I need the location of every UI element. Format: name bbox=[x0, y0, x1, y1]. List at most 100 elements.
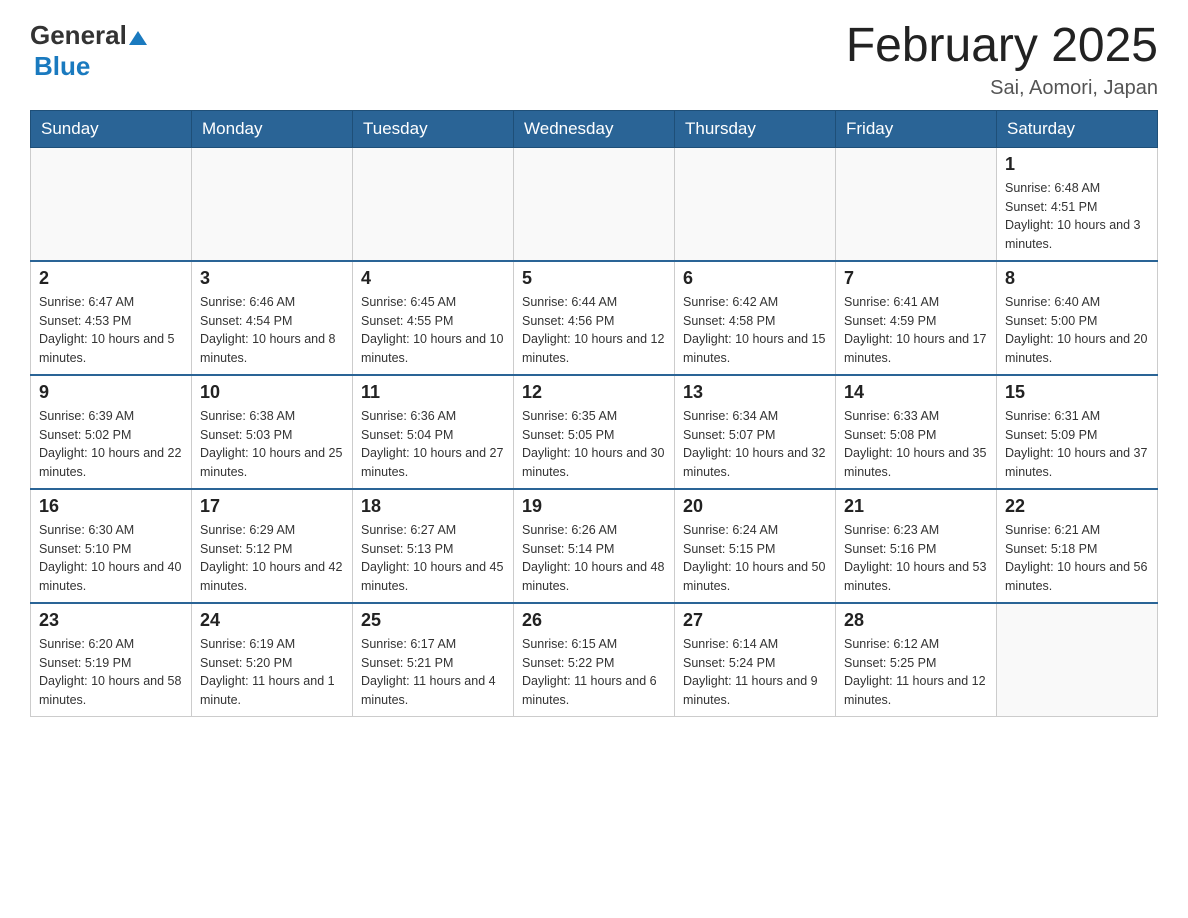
calendar-cell: 4 Sunrise: 6:45 AMSunset: 4:55 PMDaylight… bbox=[353, 261, 514, 375]
calendar-cell: 23 Sunrise: 6:20 AMSunset: 5:19 PMDayligh… bbox=[31, 603, 192, 717]
calendar-cell: 17 Sunrise: 6:29 AMSunset: 5:12 PMDayligh… bbox=[192, 489, 353, 603]
calendar-cell: 5 Sunrise: 6:44 AMSunset: 4:56 PMDaylight… bbox=[514, 261, 675, 375]
day-number: 17 bbox=[200, 496, 344, 517]
logo: General Blue bbox=[30, 20, 147, 82]
calendar-cell: 28 Sunrise: 6:12 AMSunset: 5:25 PMDayligh… bbox=[836, 603, 997, 717]
day-info: Sunrise: 6:44 AMSunset: 4:56 PMDaylight:… bbox=[522, 293, 666, 368]
day-number: 18 bbox=[361, 496, 505, 517]
day-number: 26 bbox=[522, 610, 666, 631]
day-number: 27 bbox=[683, 610, 827, 631]
calendar-week-5: 23 Sunrise: 6:20 AMSunset: 5:19 PMDayligh… bbox=[31, 603, 1158, 717]
calendar-week-4: 16 Sunrise: 6:30 AMSunset: 5:10 PMDayligh… bbox=[31, 489, 1158, 603]
weekday-thursday: Thursday bbox=[675, 110, 836, 147]
calendar-cell: 7 Sunrise: 6:41 AMSunset: 4:59 PMDaylight… bbox=[836, 261, 997, 375]
day-info: Sunrise: 6:45 AMSunset: 4:55 PMDaylight:… bbox=[361, 293, 505, 368]
calendar-cell: 25 Sunrise: 6:17 AMSunset: 5:21 PMDayligh… bbox=[353, 603, 514, 717]
weekday-sunday: Sunday bbox=[31, 110, 192, 147]
calendar-cell: 27 Sunrise: 6:14 AMSunset: 5:24 PMDayligh… bbox=[675, 603, 836, 717]
page-header: General Blue February 2025 Sai, Aomori, … bbox=[30, 20, 1158, 100]
calendar-cell: 2 Sunrise: 6:47 AMSunset: 4:53 PMDaylight… bbox=[31, 261, 192, 375]
day-number: 10 bbox=[200, 382, 344, 403]
day-info: Sunrise: 6:30 AMSunset: 5:10 PMDaylight:… bbox=[39, 521, 183, 596]
calendar-cell: 22Sunrise: 6:21 AMSunset: 5:18 PMDayligh… bbox=[997, 489, 1158, 603]
calendar-cell: 15Sunrise: 6:31 AMSunset: 5:09 PMDayligh… bbox=[997, 375, 1158, 489]
day-info: Sunrise: 6:39 AMSunset: 5:02 PMDaylight:… bbox=[39, 407, 183, 482]
day-number: 24 bbox=[200, 610, 344, 631]
calendar-cell: 21 Sunrise: 6:23 AMSunset: 5:16 PMDayligh… bbox=[836, 489, 997, 603]
day-info: Sunrise: 6:15 AMSunset: 5:22 PMDaylight:… bbox=[522, 635, 666, 710]
day-info: Sunrise: 6:41 AMSunset: 4:59 PMDaylight:… bbox=[844, 293, 988, 368]
title-section: February 2025 Sai, Aomori, Japan bbox=[846, 20, 1158, 100]
weekday-monday: Monday bbox=[192, 110, 353, 147]
day-info: Sunrise: 6:12 AMSunset: 5:25 PMDaylight:… bbox=[844, 635, 988, 710]
calendar-cell bbox=[514, 147, 675, 261]
logo-blue-text: Blue bbox=[34, 51, 90, 82]
calendar-cell bbox=[836, 147, 997, 261]
day-info: Sunrise: 6:36 AMSunset: 5:04 PMDaylight:… bbox=[361, 407, 505, 482]
day-number: 20 bbox=[683, 496, 827, 517]
day-number: 12 bbox=[522, 382, 666, 403]
day-info: Sunrise: 6:29 AMSunset: 5:12 PMDaylight:… bbox=[200, 521, 344, 596]
calendar-cell: 13Sunrise: 6:34 AMSunset: 5:07 PMDayligh… bbox=[675, 375, 836, 489]
calendar-week-1: 1 Sunrise: 6:48 AMSunset: 4:51 PMDaylight… bbox=[31, 147, 1158, 261]
day-info: Sunrise: 6:48 AMSunset: 4:51 PMDaylight:… bbox=[1005, 179, 1149, 254]
logo-triangle-icon bbox=[129, 29, 147, 47]
day-number: 4 bbox=[361, 268, 505, 289]
calendar-cell: 18Sunrise: 6:27 AMSunset: 5:13 PMDayligh… bbox=[353, 489, 514, 603]
day-info: Sunrise: 6:20 AMSunset: 5:19 PMDaylight:… bbox=[39, 635, 183, 710]
day-number: 14 bbox=[844, 382, 988, 403]
day-number: 23 bbox=[39, 610, 183, 631]
calendar-cell: 8Sunrise: 6:40 AMSunset: 5:00 PMDaylight… bbox=[997, 261, 1158, 375]
day-number: 9 bbox=[39, 382, 183, 403]
day-number: 22 bbox=[1005, 496, 1149, 517]
day-number: 21 bbox=[844, 496, 988, 517]
calendar-cell bbox=[675, 147, 836, 261]
day-number: 13 bbox=[683, 382, 827, 403]
calendar-cell: 12 Sunrise: 6:35 AMSunset: 5:05 PMDayligh… bbox=[514, 375, 675, 489]
day-number: 19 bbox=[522, 496, 666, 517]
day-info: Sunrise: 6:26 AMSunset: 5:14 PMDaylight:… bbox=[522, 521, 666, 596]
day-number: 6 bbox=[683, 268, 827, 289]
calendar-cell: 14 Sunrise: 6:33 AMSunset: 5:08 PMDayligh… bbox=[836, 375, 997, 489]
day-number: 1 bbox=[1005, 154, 1149, 175]
weekday-tuesday: Tuesday bbox=[353, 110, 514, 147]
day-info: Sunrise: 6:17 AMSunset: 5:21 PMDaylight:… bbox=[361, 635, 505, 710]
calendar-cell bbox=[31, 147, 192, 261]
day-number: 16 bbox=[39, 496, 183, 517]
day-info: Sunrise: 6:33 AMSunset: 5:08 PMDaylight:… bbox=[844, 407, 988, 482]
day-number: 25 bbox=[361, 610, 505, 631]
calendar-cell bbox=[997, 603, 1158, 717]
day-number: 7 bbox=[844, 268, 988, 289]
calendar-cell: 3Sunrise: 6:46 AMSunset: 4:54 PMDaylight… bbox=[192, 261, 353, 375]
day-number: 2 bbox=[39, 268, 183, 289]
calendar-subtitle: Sai, Aomori, Japan bbox=[846, 77, 1158, 100]
calendar-cell bbox=[353, 147, 514, 261]
calendar-cell: 11 Sunrise: 6:36 AMSunset: 5:04 PMDayligh… bbox=[353, 375, 514, 489]
calendar-cell: 6 Sunrise: 6:42 AMSunset: 4:58 PMDaylight… bbox=[675, 261, 836, 375]
day-info: Sunrise: 6:40 AMSunset: 5:00 PMDaylight:… bbox=[1005, 293, 1149, 368]
calendar-cell: 1 Sunrise: 6:48 AMSunset: 4:51 PMDaylight… bbox=[997, 147, 1158, 261]
calendar-cell: 24 Sunrise: 6:19 AMSunset: 5:20 PMDayligh… bbox=[192, 603, 353, 717]
calendar-table: SundayMondayTuesdayWednesdayThursdayFrid… bbox=[30, 110, 1158, 717]
calendar-week-3: 9 Sunrise: 6:39 AMSunset: 5:02 PMDaylight… bbox=[31, 375, 1158, 489]
day-info: Sunrise: 6:38 AMSunset: 5:03 PMDaylight:… bbox=[200, 407, 344, 482]
day-number: 28 bbox=[844, 610, 988, 631]
day-info: Sunrise: 6:42 AMSunset: 4:58 PMDaylight:… bbox=[683, 293, 827, 368]
calendar-cell: 20 Sunrise: 6:24 AMSunset: 5:15 PMDayligh… bbox=[675, 489, 836, 603]
weekday-wednesday: Wednesday bbox=[514, 110, 675, 147]
weekday-header-row: SundayMondayTuesdayWednesdayThursdayFrid… bbox=[31, 110, 1158, 147]
day-info: Sunrise: 6:14 AMSunset: 5:24 PMDaylight:… bbox=[683, 635, 827, 710]
calendar-cell: 26 Sunrise: 6:15 AMSunset: 5:22 PMDayligh… bbox=[514, 603, 675, 717]
day-info: Sunrise: 6:24 AMSunset: 5:15 PMDaylight:… bbox=[683, 521, 827, 596]
calendar-week-2: 2 Sunrise: 6:47 AMSunset: 4:53 PMDaylight… bbox=[31, 261, 1158, 375]
day-info: Sunrise: 6:47 AMSunset: 4:53 PMDaylight:… bbox=[39, 293, 183, 368]
day-number: 5 bbox=[522, 268, 666, 289]
day-info: Sunrise: 6:19 AMSunset: 5:20 PMDaylight:… bbox=[200, 635, 344, 710]
weekday-friday: Friday bbox=[836, 110, 997, 147]
calendar-cell: 10 Sunrise: 6:38 AMSunset: 5:03 PMDayligh… bbox=[192, 375, 353, 489]
day-info: Sunrise: 6:23 AMSunset: 5:16 PMDaylight:… bbox=[844, 521, 988, 596]
day-info: Sunrise: 6:35 AMSunset: 5:05 PMDaylight:… bbox=[522, 407, 666, 482]
weekday-saturday: Saturday bbox=[997, 110, 1158, 147]
day-number: 11 bbox=[361, 382, 505, 403]
day-info: Sunrise: 6:31 AMSunset: 5:09 PMDaylight:… bbox=[1005, 407, 1149, 482]
